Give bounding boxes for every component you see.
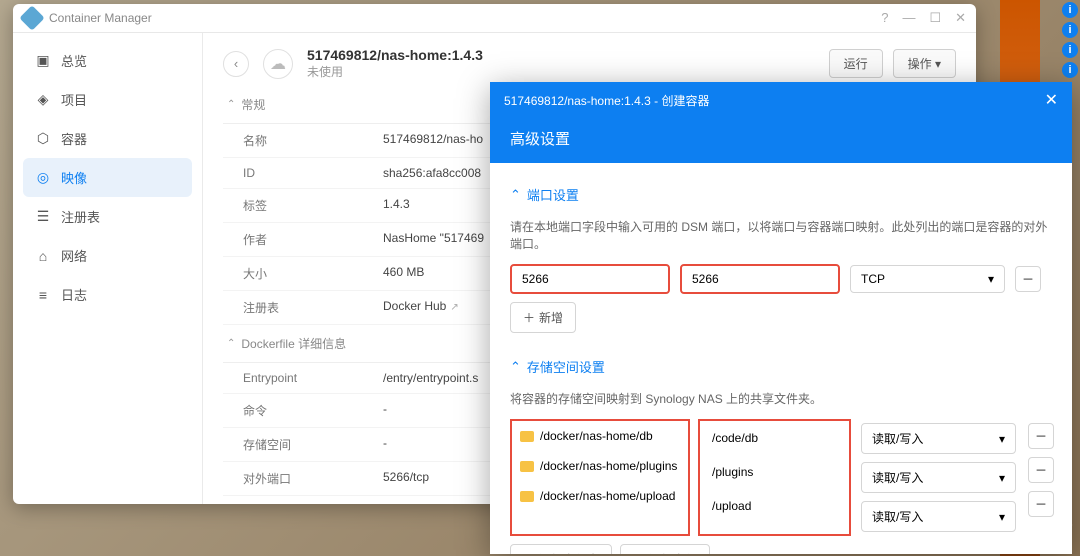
chevron-up-icon: ⌃ (227, 338, 235, 349)
detail-label: ID (243, 166, 383, 180)
image-icon: ◎ (35, 170, 51, 186)
modal-title: 517469812/nas-home:1.4.3 - 创建容器 (504, 92, 709, 109)
permission-select[interactable]: 读取/写入▾ (861, 423, 1016, 454)
host-folder[interactable]: /docker/nas-home/upload (514, 485, 686, 507)
container-icon: ⬡ (35, 131, 51, 147)
sidebar-item-log[interactable]: ≡ 日志 (23, 275, 192, 314)
detail-value: sha256:afa8cc008 (383, 166, 481, 180)
detail-value: 460 MB (383, 265, 424, 282)
detail-label: 对外端口 (243, 470, 383, 487)
chevron-down-icon: ▾ (999, 510, 1005, 524)
create-container-modal: 517469812/nas-home:1.4.3 - 创建容器 ✕ 高级设置 ⌃… (490, 82, 1072, 554)
info-icon[interactable]: i (1062, 62, 1078, 78)
detail-label: 标签 (243, 197, 383, 214)
detail-label: 作者 (243, 231, 383, 248)
titlebar: Container Manager ? — ☐ ✕ (13, 4, 976, 33)
log-icon: ≡ (35, 287, 51, 303)
minimize-button[interactable]: — (902, 10, 915, 26)
volume-description: 将容器的存储空间映射到 Synology NAS 上的共享文件夹。 (510, 390, 1052, 407)
external-link-icon[interactable]: ↗ (450, 302, 458, 313)
detail-label: 存储空间 (243, 436, 383, 453)
registry-icon: ☰ (35, 209, 51, 225)
detail-value: 5266/tcp (383, 470, 429, 487)
container-port-input[interactable] (680, 264, 840, 294)
detail-value: Docker Hub↗ (383, 299, 459, 316)
back-button[interactable]: ‹ (223, 51, 249, 77)
folder-icon (520, 491, 534, 502)
sidebar-item-project[interactable]: ◈ 项目 (23, 80, 192, 119)
app-logo-icon (19, 5, 44, 30)
detail-label: 大小 (243, 265, 383, 282)
chevron-up-icon: ⌃ (227, 99, 235, 110)
network-icon: ⌂ (35, 248, 51, 264)
sidebar-item-label: 映像 (61, 168, 87, 187)
port-description: 请在本地端口字段中输入可用的 DSM 端口，以将端口与容器端口映射。此处列出的端… (510, 218, 1052, 252)
host-folder[interactable]: /docker/nas-home/plugins (514, 455, 686, 477)
volume-section-header[interactable]: ⌃存储空间设置 (510, 349, 1052, 384)
sidebar-item-overview[interactable]: ▣ 总览 (23, 41, 192, 80)
detail-label: 命令 (243, 402, 383, 419)
info-icon[interactable]: i (1062, 2, 1078, 18)
permission-select[interactable]: 读取/写入▾ (861, 462, 1016, 493)
add-file-button[interactable]: ＋ 添加文件 (620, 544, 710, 554)
sidebar-item-registry[interactable]: ☰ 注册表 (23, 197, 192, 236)
protocol-select[interactable]: TCP▾ (850, 265, 1005, 293)
permission-select[interactable]: 读取/写入▾ (861, 501, 1016, 532)
modal-close-button[interactable]: ✕ (1045, 90, 1058, 110)
maximize-button[interactable]: ☐ (929, 10, 941, 26)
remove-volume-button[interactable]: − (1028, 491, 1054, 517)
detail-value: - (383, 402, 387, 419)
run-button[interactable]: 运行 (829, 49, 883, 78)
chevron-down-icon: ▾ (988, 272, 994, 286)
detail-label: 注册表 (243, 299, 383, 316)
image-status: 未使用 (307, 63, 483, 80)
sidebar-item-label: 容器 (61, 129, 87, 148)
sidebar-item-label: 日志 (61, 285, 87, 304)
sidebar-item-label: 注册表 (61, 207, 100, 226)
sidebar-item-image[interactable]: ◎ 映像 (23, 158, 192, 197)
sidebar-item-container[interactable]: ⬡ 容器 (23, 119, 192, 158)
detail-label: 名称 (243, 132, 383, 149)
mount-path-input[interactable] (702, 493, 847, 519)
detail-value: 1.4.3 (383, 197, 410, 214)
host-folder[interactable]: /docker/nas-home/db (514, 425, 686, 447)
help-button[interactable]: ? (881, 10, 888, 26)
chevron-up-icon: ⌃ (510, 359, 521, 375)
cube-icon: ◈ (35, 92, 51, 108)
folder-icon (520, 461, 534, 472)
action-dropdown[interactable]: 操作 ▾ (893, 49, 956, 78)
detail-value: /entry/entrypoint.s (383, 371, 478, 385)
remove-volume-button[interactable]: − (1028, 457, 1054, 483)
dashboard-icon: ▣ (35, 53, 51, 69)
local-port-input[interactable] (510, 264, 670, 294)
detail-value: NasHome "517469 (383, 231, 484, 248)
sidebar-item-label: 项目 (61, 90, 87, 109)
sidebar-item-label: 网络 (61, 246, 87, 265)
mount-path-input[interactable] (702, 425, 847, 451)
image-title: 517469812/nas-home:1.4.3 (307, 47, 483, 63)
chevron-up-icon: ⌃ (510, 187, 521, 203)
mount-path-input[interactable] (702, 459, 847, 485)
sidebar-item-network[interactable]: ⌂ 网络 (23, 236, 192, 275)
close-button[interactable]: ✕ (955, 10, 966, 26)
add-folder-button[interactable]: ＋ 添加文件夹 (510, 544, 612, 554)
remove-volume-button[interactable]: − (1028, 423, 1054, 449)
folder-icon (520, 431, 534, 442)
modal-subtitle: 高级设置 (490, 118, 1072, 163)
docker-icon: ☁ (263, 49, 293, 79)
chevron-down-icon: ▾ (999, 471, 1005, 485)
sidebar: ▣ 总览 ◈ 项目 ⬡ 容器 ◎ 映像 ☰ 注册表 ⌂ 网络 ≡ 日志 (13, 33, 203, 504)
chevron-down-icon: ▾ (999, 432, 1005, 446)
detail-label: Entrypoint (243, 371, 383, 385)
add-port-button[interactable]: ＋ 新增 (510, 302, 576, 333)
info-icon[interactable]: i (1062, 42, 1078, 58)
info-icon[interactable]: i (1062, 22, 1078, 38)
detail-value: 517469812/nas-ho (383, 132, 483, 149)
port-section-header[interactable]: ⌃端口设置 (510, 177, 1052, 212)
detail-value: - (383, 436, 387, 453)
remove-port-button[interactable]: − (1015, 266, 1041, 292)
window-title: Container Manager (49, 11, 152, 25)
sidebar-item-label: 总览 (61, 51, 87, 70)
